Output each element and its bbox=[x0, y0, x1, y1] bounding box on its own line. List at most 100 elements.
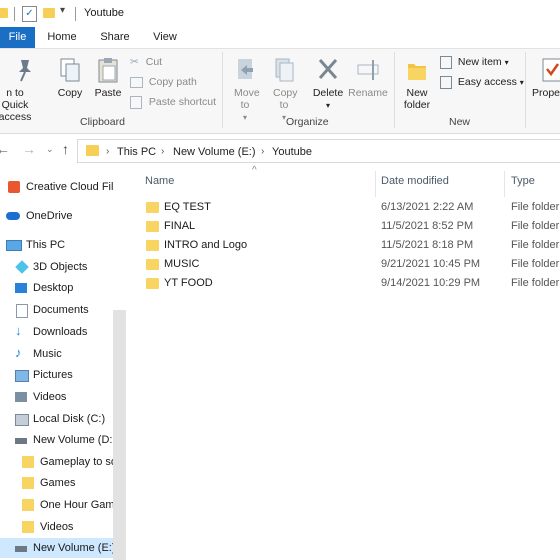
forward-arrow-icon[interactable]: → bbox=[22, 141, 36, 157]
chevron-right-icon: › bbox=[161, 146, 165, 157]
tab-file[interactable]: File bbox=[0, 27, 35, 48]
breadcrumb-this-pc[interactable]: This PC bbox=[117, 146, 156, 158]
copy-path-button[interactable]: Copy path bbox=[130, 73, 197, 91]
video-icon bbox=[15, 392, 27, 402]
folder-icon bbox=[0, 8, 8, 18]
new-folder-label: New folder bbox=[403, 87, 431, 111]
paste-icon bbox=[98, 58, 118, 83]
customize-quick-access-icon[interactable]: ▾ bbox=[60, 5, 65, 16]
sidebar-item-new-volume-d[interactable]: New Volume (D: bbox=[0, 430, 113, 450]
delete-button[interactable]: Delete ▾ bbox=[309, 56, 347, 112]
file-row[interactable]: FINAL 11/5/2021 8:52 PM File folder bbox=[140, 217, 560, 236]
sidebar-item-pictures[interactable]: Pictures bbox=[0, 365, 113, 385]
sidebar-item-gameplay[interactable]: Gameplay to so bbox=[0, 452, 117, 472]
new-folder-icon bbox=[408, 64, 426, 80]
file-type: File folder bbox=[511, 277, 560, 289]
sidebar-item-downloads[interactable]: ↓ Downloads bbox=[0, 322, 113, 342]
paste-shortcut-label: Paste shortcut bbox=[148, 96, 217, 108]
chevron-right-icon: › bbox=[106, 146, 110, 157]
file-name: EQ TEST bbox=[164, 201, 211, 213]
column-header-name[interactable]: Name bbox=[145, 175, 174, 187]
column-separator[interactable] bbox=[504, 171, 505, 197]
rename-button[interactable]: Rename bbox=[348, 56, 388, 99]
sidebar-item-music[interactable]: ♪ Music bbox=[0, 344, 113, 364]
file-date: 6/13/2021 2:22 AM bbox=[381, 201, 474, 213]
music-note-icon: ♪ bbox=[15, 345, 22, 360]
drive-icon bbox=[15, 438, 27, 444]
file-name: INTRO and Logo bbox=[164, 239, 248, 251]
file-row[interactable]: INTRO and Logo 11/5/2021 8:18 PM File fo… bbox=[140, 236, 560, 255]
sidebar-item-this-pc[interactable]: This PC bbox=[0, 235, 113, 255]
file-row[interactable]: YT FOOD 9/14/2021 10:29 PM File folder bbox=[140, 274, 560, 293]
chevron-right-icon: › bbox=[261, 146, 265, 157]
group-new-label: New bbox=[449, 116, 471, 128]
sidebar-item-creative-cloud[interactable]: Creative Cloud Fil bbox=[0, 177, 113, 197]
paste-shortcut-button[interactable]: Paste shortcut bbox=[130, 93, 216, 111]
rename-icon bbox=[357, 60, 379, 80]
tab-home[interactable]: Home bbox=[40, 27, 84, 48]
download-arrow-icon: ↓ bbox=[15, 323, 22, 338]
sidebar-item-videos[interactable]: Videos bbox=[0, 387, 113, 407]
folder-icon bbox=[146, 221, 159, 232]
copy-to-button[interactable]: Copy to ▾ bbox=[268, 56, 300, 124]
new-item-label: New item bbox=[457, 56, 502, 68]
folder-icon bbox=[146, 240, 159, 251]
pin-label: n to Quick access bbox=[0, 87, 32, 123]
folder-icon bbox=[22, 521, 34, 533]
pin-quick-access-button[interactable]: n to Quick access bbox=[0, 56, 50, 123]
column-separator[interactable] bbox=[375, 171, 376, 197]
folder-icon bbox=[146, 278, 159, 289]
copy-button[interactable]: Copy bbox=[55, 56, 85, 99]
separator bbox=[75, 7, 76, 21]
sidebar-item-3d-objects[interactable]: 3D Objects bbox=[0, 257, 113, 277]
back-arrow-icon[interactable]: ← bbox=[0, 141, 10, 157]
drive-icon bbox=[15, 414, 29, 426]
new-item-icon bbox=[440, 55, 452, 69]
sidebar-scrollbar[interactable] bbox=[113, 310, 126, 560]
delete-x-icon bbox=[318, 59, 338, 79]
properties-button[interactable]: Proper bbox=[528, 56, 560, 99]
chevron-down-icon: ▾ bbox=[504, 58, 509, 67]
sidebar-item-videos-d[interactable]: Videos bbox=[0, 517, 113, 537]
properties-check-icon[interactable]: ✓ bbox=[22, 6, 37, 22]
sidebar-item-one-hour-gam[interactable]: One Hour Gam bbox=[0, 495, 115, 515]
navigation-pane: Creative Cloud Fil OneDrive This PC 3D O… bbox=[0, 165, 126, 560]
drive-icon bbox=[15, 546, 27, 552]
tab-view[interactable]: View bbox=[144, 27, 186, 48]
paste-button[interactable]: Paste bbox=[92, 56, 124, 99]
up-arrow-icon[interactable]: ↑ bbox=[62, 141, 69, 157]
file-row[interactable]: MUSIC 9/21/2021 10:45 PM File folder bbox=[140, 255, 560, 274]
new-folder-quick-icon[interactable] bbox=[43, 8, 55, 18]
file-date: 9/14/2021 10:29 PM bbox=[381, 277, 481, 289]
easy-access-button[interactable]: Easy access ▾ bbox=[440, 73, 524, 91]
breadcrumb-youtube[interactable]: Youtube bbox=[272, 146, 312, 158]
sidebar-item-new-volume-e[interactable]: New Volume (E:) bbox=[0, 538, 116, 558]
new-folder-button[interactable]: New folder bbox=[400, 56, 434, 111]
column-header-type[interactable]: Type bbox=[511, 175, 535, 187]
sidebar-item-desktop[interactable]: Desktop bbox=[0, 278, 113, 298]
file-date: 11/5/2021 8:18 PM bbox=[381, 239, 474, 251]
sidebar-item-local-disk-c[interactable]: Local Disk (C:) bbox=[0, 409, 113, 429]
recent-chevron-icon[interactable]: ⌄ bbox=[46, 144, 54, 155]
new-item-button[interactable]: New item ▾ bbox=[440, 53, 509, 71]
pin-icon bbox=[19, 60, 31, 82]
file-name: MUSIC bbox=[164, 258, 200, 270]
move-to-icon bbox=[238, 59, 253, 79]
column-header-date[interactable]: Date modified bbox=[381, 175, 449, 187]
computer-icon bbox=[6, 240, 22, 251]
address-bar[interactable]: › This PC › New Volume (E:) › Youtube bbox=[77, 139, 560, 163]
properties-label: Proper bbox=[532, 87, 560, 99]
breadcrumb-new-volume[interactable]: New Volume (E:) bbox=[173, 146, 256, 158]
sidebar-item-documents[interactable]: Documents bbox=[0, 300, 113, 320]
window-title: Youtube bbox=[84, 7, 124, 19]
sidebar-item-onedrive[interactable]: OneDrive bbox=[0, 206, 113, 226]
file-type: File folder bbox=[511, 201, 560, 213]
tab-share[interactable]: Share bbox=[92, 27, 138, 48]
folder-icon bbox=[86, 145, 99, 156]
group-organize-label: Organize bbox=[286, 116, 329, 128]
sidebar-item-games[interactable]: Games bbox=[0, 473, 113, 493]
file-row[interactable]: EQ TEST 6/13/2021 2:22 AM File folder bbox=[140, 198, 560, 217]
move-to-button[interactable]: Move to ▾ bbox=[228, 56, 262, 124]
cut-button[interactable]: ✂ Cut bbox=[130, 53, 162, 71]
picture-icon bbox=[15, 370, 29, 382]
